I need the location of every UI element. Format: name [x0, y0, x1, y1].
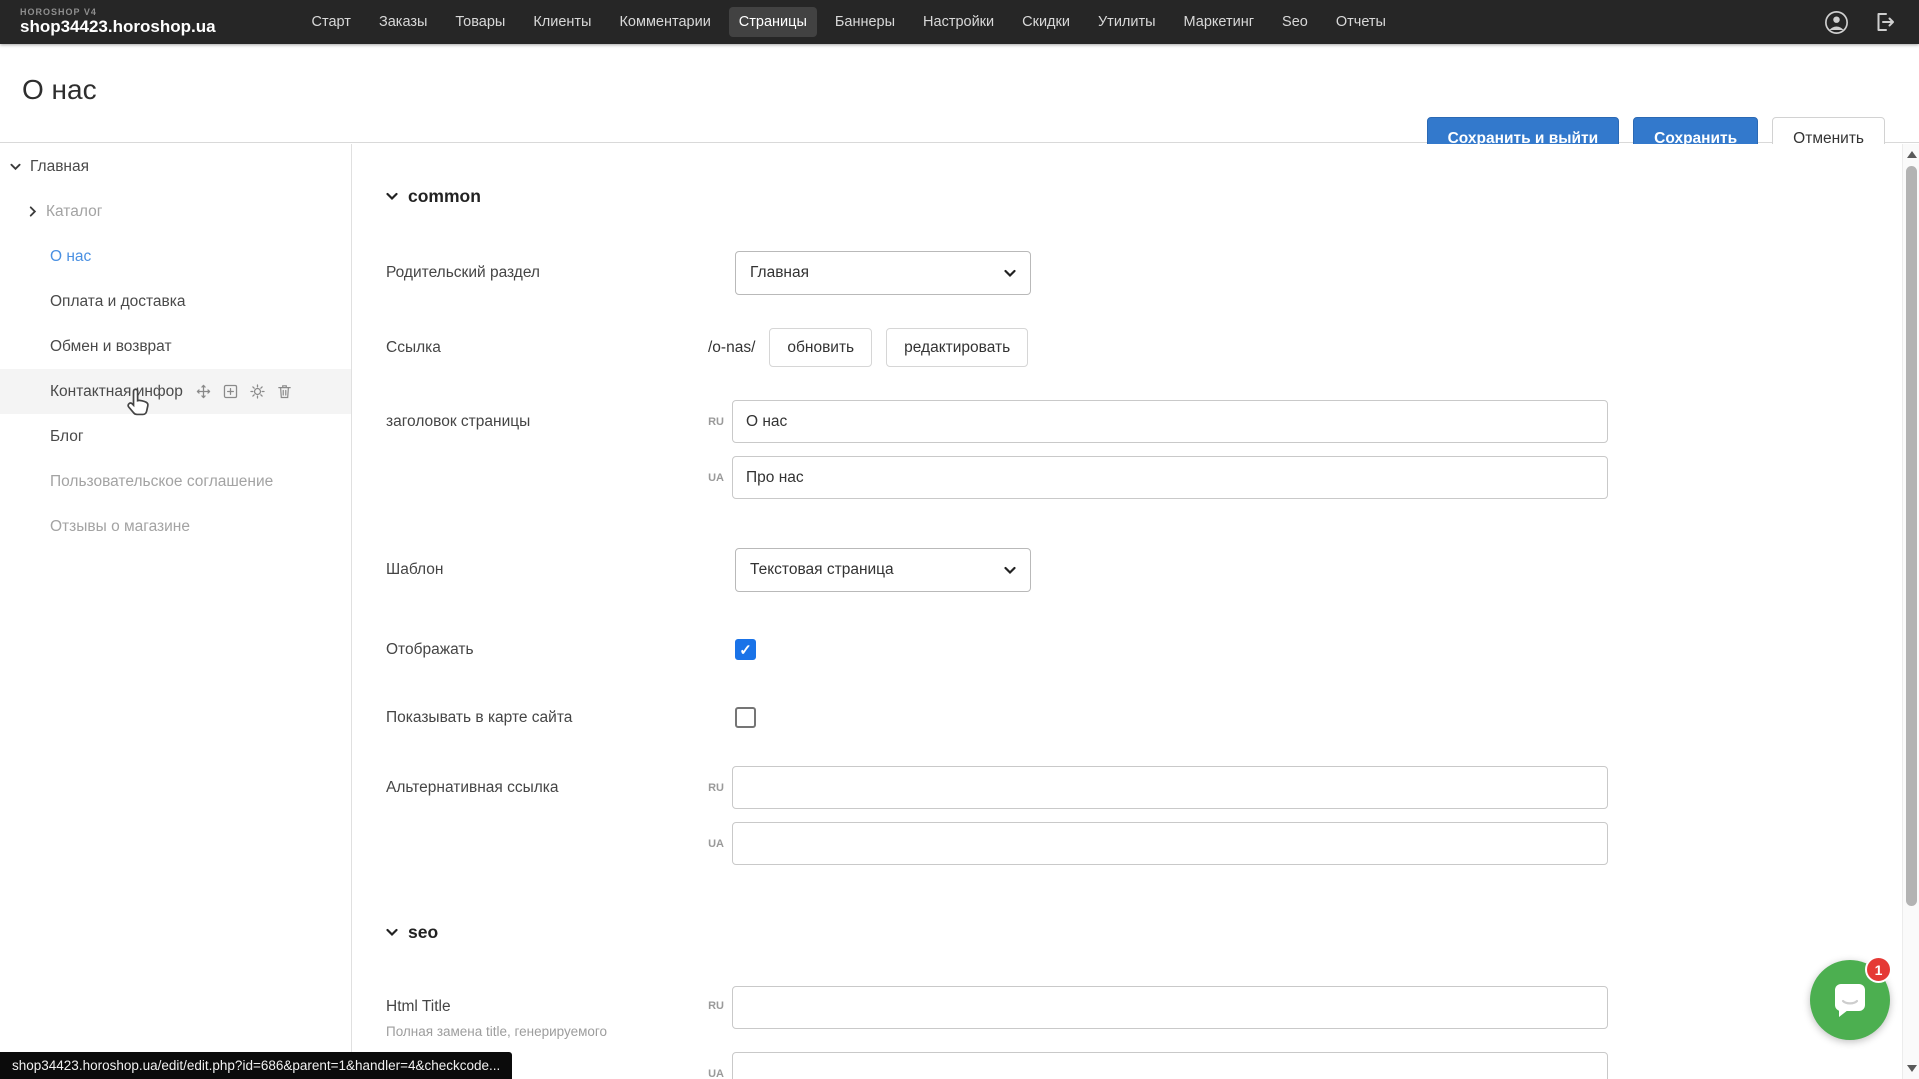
- sidebar-item-label: Каталог: [46, 203, 102, 221]
- account-icon[interactable]: [1823, 9, 1849, 35]
- lang-ua-badge: UA: [702, 472, 732, 484]
- sidebar-item-label: Оплата и доставка: [50, 293, 186, 311]
- html-title-ua-input[interactable]: [732, 1052, 1608, 1079]
- nav-item-settings[interactable]: Настройки: [913, 7, 1004, 37]
- nav-item-reports[interactable]: Отчеты: [1326, 7, 1396, 37]
- section-seo[interactable]: seo: [386, 922, 1902, 943]
- screen: HOROSHOP V4 shop34423.horoshop.ua Старт …: [0, 0, 1919, 1079]
- chevron-down-icon: [1004, 566, 1016, 575]
- delete-icon[interactable]: [276, 383, 294, 401]
- nav-item-comments[interactable]: Комментарии: [609, 7, 720, 37]
- main-menu: Старт Заказы Товары Клиенты Комментарии …: [302, 7, 1396, 37]
- move-icon[interactable]: [195, 383, 213, 401]
- link-status-bar: shop34423.horoshop.ua/edit/edit.php?id=6…: [0, 1052, 512, 1079]
- sidebar-item-label: Обмен и возврат: [50, 338, 172, 356]
- nav-item-start[interactable]: Старт: [302, 7, 361, 37]
- parent-section-select[interactable]: Главная: [735, 251, 1031, 295]
- chevron-down-icon: [386, 192, 398, 201]
- sidebar-item-blog[interactable]: Блог: [0, 414, 351, 459]
- section-seo-label: seo: [408, 922, 438, 943]
- pages-tree-sidebar: Главная Каталог О нас Оплата и доставка …: [0, 144, 351, 1079]
- nav-item-utilities[interactable]: Утилиты: [1088, 7, 1166, 37]
- html-title-hint: Полная замена title, генерируемого: [386, 1024, 676, 1039]
- template-select[interactable]: Текстовая страница: [735, 548, 1031, 592]
- alt-link-label: Альтернативная ссылка: [386, 779, 702, 797]
- nav-item-banners[interactable]: Баннеры: [825, 7, 905, 37]
- alt-link-ua-input[interactable]: [732, 822, 1608, 865]
- alt-link-ru-input[interactable]: [732, 766, 1608, 809]
- html-title-ru-input[interactable]: [732, 986, 1608, 1029]
- chat-unread-badge: 1: [1865, 956, 1892, 983]
- tree-item-tools: [195, 383, 294, 401]
- vertical-scrollbar[interactable]: [1902, 144, 1919, 1079]
- chevron-down-icon[interactable]: [10, 163, 21, 171]
- nav-item-marketing[interactable]: Маркетинг: [1174, 7, 1265, 37]
- display-checkbox[interactable]: [735, 639, 756, 660]
- scrollbar-thumb[interactable]: [1906, 166, 1917, 906]
- nav-item-seo[interactable]: Seo: [1272, 7, 1318, 37]
- display-label: Отображать: [386, 641, 702, 659]
- nav-item-pages[interactable]: Страницы: [729, 7, 817, 37]
- sidebar-item-katalog[interactable]: Каталог: [0, 189, 351, 234]
- page-heading-label: заголовок страницы: [386, 413, 702, 431]
- sidebar-item-label: Отзывы о магазине: [50, 518, 190, 536]
- sidebar-item-label: Блог: [50, 428, 84, 446]
- template-label: Шаблон: [386, 561, 702, 579]
- sidebar-item-oplata[interactable]: Оплата и доставка: [0, 279, 351, 324]
- link-path: /o-nas/: [708, 339, 755, 357]
- chat-widget: 1: [1810, 960, 1890, 1040]
- lang-ua-badge: UA: [702, 838, 732, 850]
- sidebar-item-kontaktnaya[interactable]: Контактная инфор: [0, 369, 351, 414]
- sidebar-item-otzyvy[interactable]: Отзывы о магазине: [0, 504, 351, 549]
- page-header: О нас Сохранить и выйти Сохранить Отмени…: [0, 44, 1919, 143]
- sidebar-item-obmen[interactable]: Обмен и возврат: [0, 324, 351, 369]
- logout-icon[interactable]: [1871, 9, 1897, 35]
- chevron-right-icon[interactable]: [29, 206, 37, 217]
- parent-section-value: Главная: [750, 264, 809, 282]
- lang-ru-badge: RU: [702, 416, 732, 428]
- parent-section-label: Родительский раздел: [386, 264, 702, 282]
- page-heading-ua-input[interactable]: [732, 456, 1608, 499]
- nav-item-orders[interactable]: Заказы: [369, 7, 437, 37]
- sidebar-item-label: Главная: [30, 158, 89, 176]
- sitemap-checkbox[interactable]: [735, 707, 756, 728]
- scroll-up-arrow-icon[interactable]: [1907, 151, 1917, 158]
- sidebar-item-label: О нас: [50, 248, 91, 266]
- add-icon[interactable]: [222, 383, 240, 401]
- lang-ru-badge: RU: [702, 782, 732, 794]
- page-edit-form: common Родительский раздел Главная Ссылк…: [352, 144, 1902, 1079]
- page-title: О нас: [22, 74, 97, 106]
- brand-domain: shop34423.horoshop.ua: [20, 18, 216, 36]
- sidebar-item-label: Контактная инфор: [50, 383, 183, 401]
- scroll-down-arrow-icon[interactable]: [1907, 1065, 1917, 1072]
- sidebar-item-glavnaya[interactable]: Главная: [0, 144, 351, 189]
- top-navigation-bar: HOROSHOP V4 shop34423.horoshop.ua Старт …: [0, 0, 1919, 44]
- chevron-down-icon: [1004, 269, 1016, 278]
- section-common[interactable]: common: [386, 186, 1902, 207]
- page-heading-ru-input[interactable]: [732, 400, 1608, 443]
- lang-ua-badge: UA: [702, 1068, 732, 1079]
- sitemap-label: Показывать в карте сайта: [386, 709, 702, 727]
- nav-item-discounts[interactable]: Скидки: [1012, 7, 1080, 37]
- link-update-button[interactable]: обновить: [769, 328, 872, 367]
- section-common-label: common: [408, 186, 481, 207]
- sidebar-item-polzovatelskoe[interactable]: Пользовательское соглашение: [0, 459, 351, 504]
- html-title-label: Html Title: [386, 998, 702, 1016]
- brand[interactable]: HOROSHOP V4 shop34423.horoshop.ua: [20, 8, 216, 35]
- nav-item-clients[interactable]: Клиенты: [523, 7, 601, 37]
- sidebar-item-label: Пользовательское соглашение: [50, 473, 273, 491]
- link-edit-button[interactable]: редактировать: [886, 328, 1028, 367]
- chat-bubble-icon: [1828, 978, 1872, 1022]
- lang-ru-badge: RU: [702, 986, 732, 1012]
- link-label: Ссылка: [386, 339, 702, 357]
- template-value: Текстовая страница: [750, 561, 894, 579]
- nav-item-products[interactable]: Товары: [445, 7, 515, 37]
- settings-icon[interactable]: [249, 383, 267, 401]
- chevron-down-icon: [386, 928, 398, 937]
- topnav-right: [1823, 9, 1897, 35]
- sidebar-item-o-nas[interactable]: О нас: [0, 234, 351, 279]
